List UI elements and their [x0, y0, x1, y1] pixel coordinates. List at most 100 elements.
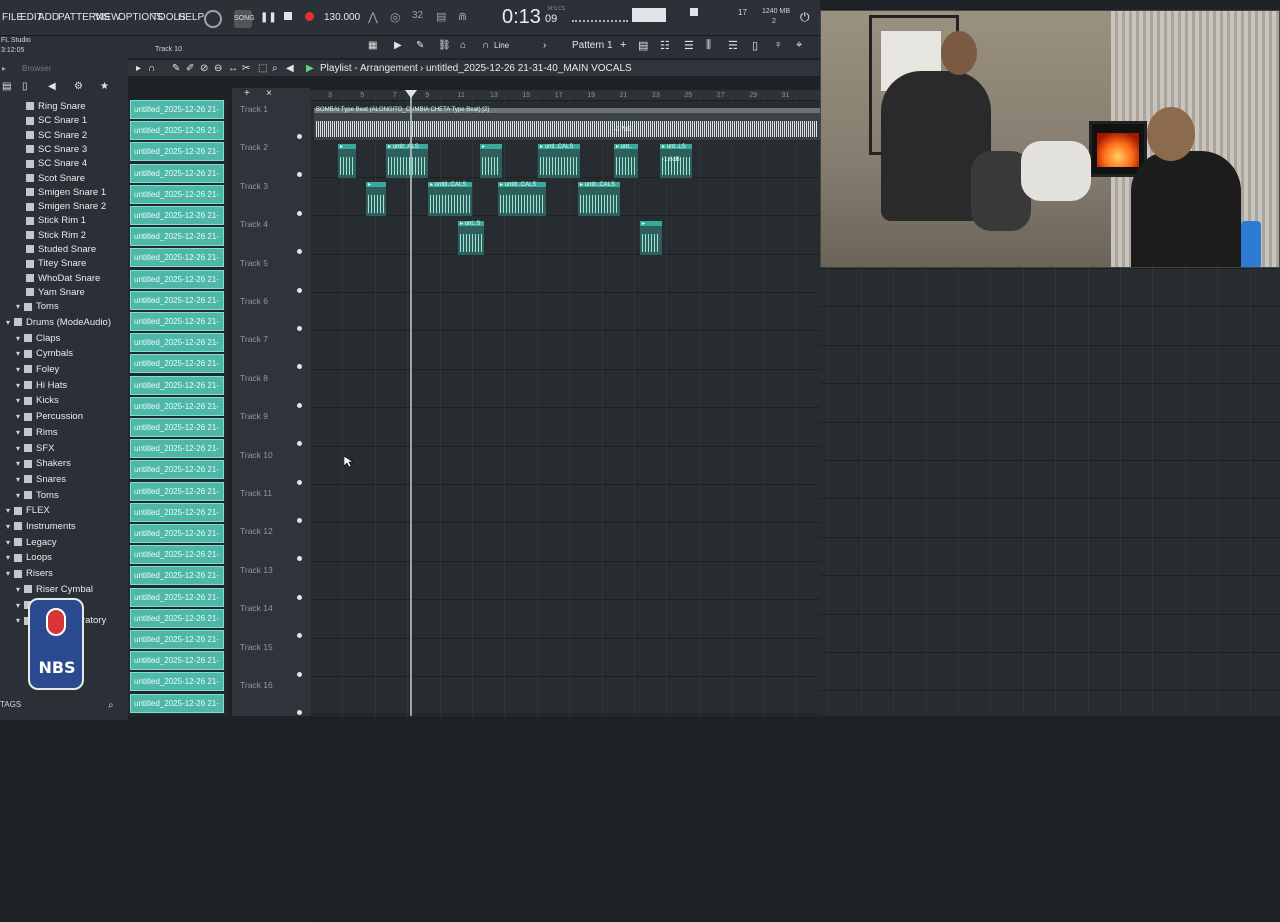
next-pattern-icon[interactable]: › [543, 40, 546, 51]
tree-folder[interactable]: ▾ Toms [16, 490, 59, 504]
tree-file[interactable]: WhoDat Snare [26, 273, 100, 287]
expand-arrow-icon[interactable]: ▾ [16, 491, 24, 500]
expand-arrow-icon[interactable]: ▾ [6, 318, 14, 327]
expand-arrow-icon[interactable]: ▾ [16, 585, 24, 594]
track-name[interactable]: Track 6 [240, 296, 268, 306]
audio-clip-item[interactable]: untitled_2025-12-26 21- [130, 460, 224, 480]
tree-file[interactable]: SC Snare 3 [26, 144, 87, 158]
tree-folder[interactable]: ▾ Legacy [6, 537, 57, 551]
expand-arrow-icon[interactable]: ▾ [6, 553, 14, 562]
step-icon[interactable]: 32 [412, 10, 423, 21]
countdown-icon[interactable]: ◎ [390, 10, 400, 24]
audio-clip-item[interactable]: untitled_2025-12-26 21- [130, 290, 224, 310]
track-name[interactable]: Track 5 [240, 258, 268, 268]
vocal-audio-clip[interactable]: ▸ [480, 144, 502, 178]
tree-file[interactable]: Stick Rim 2 [26, 230, 86, 244]
expand-arrow-icon[interactable]: ▾ [6, 522, 14, 531]
magnet-icon[interactable]: ∩ [482, 40, 489, 51]
track-mute-led[interactable] [297, 402, 302, 408]
audio-clip-item[interactable]: untitled_2025-12-26 21- [130, 418, 224, 437]
pause-button[interactable]: ❚❚ [260, 12, 277, 23]
audio-clip-item[interactable]: untitled_2025-12-26 21- [130, 502, 224, 522]
tree-folder[interactable]: ▾ Riser Cymbal [16, 584, 93, 598]
tree-folder[interactable]: ▾ Drums (ModeAudio) [6, 317, 111, 331]
select-tool-icon[interactable]: ⬚ [258, 63, 267, 74]
channel-rack-icon[interactable]: ☰ [684, 39, 694, 52]
expand-arrow-icon[interactable]: ▾ [16, 616, 24, 625]
audio-clip-item[interactable]: untitled_2025-12-26 21- [130, 566, 224, 586]
expand-arrow-icon[interactable]: ▾ [16, 349, 24, 358]
browser-icon[interactable]: ☴ [728, 39, 738, 52]
link-icon[interactable]: ⛓ [438, 40, 451, 51]
vocal-audio-clip[interactable]: ▸ unt..LS -1.6dB [660, 144, 692, 178]
expand-arrow-icon[interactable]: ▾ [16, 396, 24, 405]
draw-tool-icon[interactable]: ✎ [172, 63, 180, 74]
tree-folder[interactable]: ▾ Snares [16, 474, 66, 488]
vocal-audio-clip[interactable]: ▸ unt.. [614, 144, 638, 178]
menu-view[interactable]: VIEW [95, 12, 121, 23]
track-name[interactable]: Track 3 [240, 181, 268, 191]
track-name[interactable]: Track 7 [240, 334, 268, 344]
track-name[interactable]: Track 4 [240, 219, 268, 229]
expand-arrow-icon[interactable]: ▾ [6, 569, 14, 578]
audio-clip-item[interactable]: untitled_2025-12-26 21- [130, 693, 224, 713]
track-name[interactable]: Track 12 [240, 526, 273, 536]
play-arrow-icon[interactable]: ▶ [394, 40, 402, 51]
track-mute-led[interactable] [297, 671, 302, 677]
mute-tool-icon[interactable]: ⊖ [214, 63, 222, 74]
audio-clip-item[interactable]: untitled_2025-12-26 21- [130, 396, 224, 416]
playback-tool-icon[interactable]: ◀ [286, 63, 294, 74]
pencil-icon[interactable]: ✎ [416, 40, 424, 51]
track-mute-led[interactable] [297, 287, 302, 293]
track-mute-led[interactable] [297, 710, 302, 715]
expand-arrow-icon[interactable]: ▾ [16, 334, 24, 343]
playhead-marker-icon[interactable] [405, 90, 417, 98]
tree-folder[interactable]: ▾ Instruments [6, 521, 76, 535]
beat-audio-clip[interactable]: BOMBAI Type Beat (ALONGITO_CUMBIA CHETA … [314, 107, 820, 140]
audio-clip-item[interactable]: untitled_2025-12-26 21- [130, 184, 224, 204]
vocal-audio-clip[interactable]: ▸ [366, 182, 386, 217]
track-mute-led[interactable] [297, 633, 302, 639]
track-name[interactable]: Track 9 [240, 411, 268, 421]
favorites-icon[interactable]: ★ [100, 81, 109, 92]
plugin-icon[interactable]: ⚙ [74, 81, 83, 92]
expand-arrow-icon[interactable]: ▾ [16, 459, 24, 468]
tree-file[interactable]: Studed Snare [26, 244, 96, 258]
expand-arrow-icon[interactable]: ▾ [16, 302, 24, 311]
tree-folder[interactable]: ▾ Claps [16, 333, 60, 347]
vocal-audio-clip[interactable]: ▸ unti..CALS [538, 144, 580, 178]
expand-arrow-icon[interactable]: ▾ [16, 475, 24, 484]
wait-icon[interactable]: ⋀ [368, 10, 378, 24]
audio-clip-item[interactable]: untitled_2025-12-26 21- [130, 248, 224, 268]
tree-folder[interactable]: ▾ Toms [16, 301, 59, 315]
track-name[interactable]: Track 2 [240, 142, 268, 152]
add-pattern-icon[interactable]: + [620, 39, 626, 51]
playlist-grid[interactable]: BOMBAI Type Beat (ALONGITO_CUMBIA CHETA … [310, 100, 820, 716]
vocal-audio-clip[interactable]: ▸ [338, 144, 356, 178]
tree-file[interactable]: Smigen Snare 2 [26, 201, 106, 215]
expand-arrow-icon[interactable]: ▾ [6, 538, 14, 547]
vocal-audio-clip[interactable]: ▸ [640, 220, 662, 255]
tree-file[interactable]: Smigen Snare 1 [26, 187, 106, 201]
delete-tool-icon[interactable]: ⊘ [200, 63, 208, 74]
back-icon[interactable]: ◀ [48, 81, 56, 92]
touch-controller-icon[interactable]: ⌖ [796, 39, 802, 52]
track-name[interactable]: Track 11 [240, 488, 272, 498]
expand-arrow-icon[interactable]: ▾ [16, 428, 24, 437]
audio-clip-item[interactable]: untitled_2025-12-26 21- [130, 587, 224, 607]
zoom-tool-icon[interactable]: ⌕ [272, 63, 278, 74]
power-icon[interactable]: ⏻ [800, 10, 810, 25]
tree-file[interactable]: SC Snare 4 [26, 158, 87, 172]
tree-folder[interactable]: ▾ Rims [16, 427, 58, 441]
audio-clip-item[interactable]: untitled_2025-12-26 21- [130, 524, 224, 543]
blend-icon[interactable]: ⋒ [458, 10, 467, 23]
track-mute-led[interactable] [297, 364, 302, 370]
tree-folder[interactable]: ▾ Foley [16, 364, 59, 378]
pattern-selector[interactable]: Pattern 1 [572, 40, 613, 51]
tree-file[interactable]: Stick Rim 1 [26, 215, 86, 229]
paint-tool-icon[interactable]: ✐ [186, 63, 194, 74]
expand-arrow-icon[interactable]: ▾ [6, 506, 14, 515]
file-icon[interactable]: ▯ [22, 81, 28, 92]
tree-folder[interactable]: ▾ Shakers [16, 458, 71, 472]
track-mute-led[interactable] [297, 594, 302, 600]
